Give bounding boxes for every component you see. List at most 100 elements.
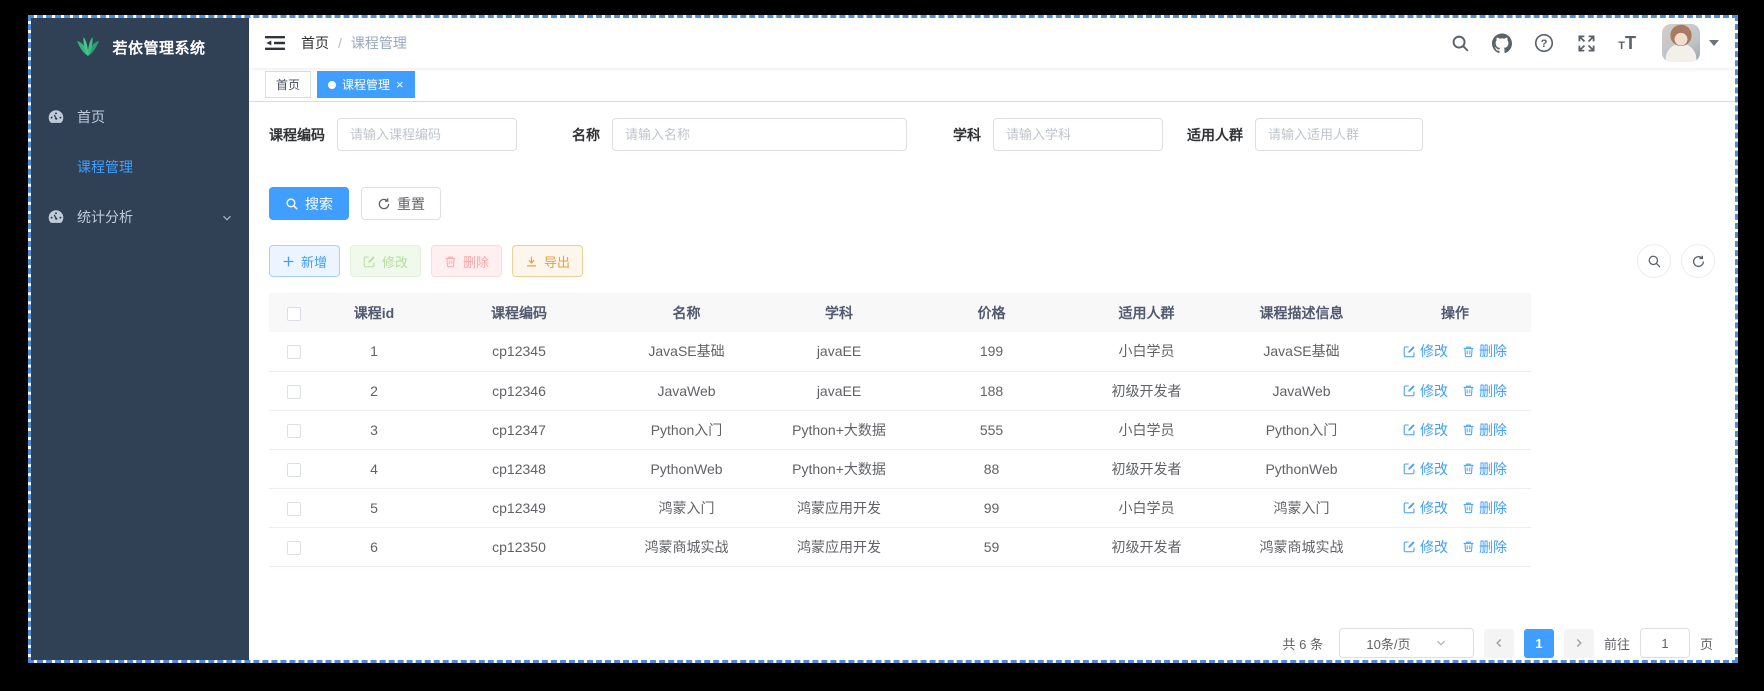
row-edit-link[interactable]: 修改 [1403,537,1448,557]
cell-price: 99 [914,488,1069,527]
cell-name: PythonWeb [609,449,764,488]
cell-name: 鸿蒙商城实战 [609,527,764,566]
column-header: 课程id [319,293,429,332]
prev-page-button[interactable] [1484,629,1514,658]
row-checkbox[interactable] [287,541,301,555]
sidebar-toggle-icon[interactable] [265,35,285,52]
cell-course-id: 5 [319,488,429,527]
reset-button[interactable]: 重置 [361,187,441,220]
cell-audience: 小白学员 [1069,410,1224,449]
fullscreen-icon[interactable] [1576,33,1596,53]
table-header-row: 课程id 课程编码 名称 学科 价格 适用人群 课程描述信息 操作 [269,293,1531,332]
user-menu[interactable] [1662,24,1719,62]
name-input[interactable] [612,118,907,151]
cell-subject: javaEE [764,371,914,410]
course-code-input[interactable] [337,118,517,151]
cell-course-code: cp12348 [429,449,609,488]
next-page-button[interactable] [1564,629,1594,658]
filter-form: 课程编码 名称 学科 适用人群 [269,118,1715,151]
cell-subject: Python+大数据 [764,410,914,449]
export-button[interactable]: 导出 [512,245,583,277]
table-row: 2 cp12346 JavaWeb javaEE 188 初级开发者 JavaW… [269,371,1531,410]
github-icon[interactable] [1492,33,1512,53]
row-checkbox[interactable] [287,424,301,438]
show-search-icon[interactable] [1637,244,1671,278]
cell-price: 188 [914,371,1069,410]
row-checkbox[interactable] [287,385,301,399]
breadcrumb: 首页 / 课程管理 [301,33,407,53]
svg-text:?: ? [1541,38,1548,50]
search-icon[interactable] [1450,33,1470,53]
cell-name: JavaSE基础 [609,332,764,371]
breadcrumb-home[interactable]: 首页 [301,33,329,53]
table-row: 5 cp12349 鸿蒙入门 鸿蒙应用开发 99 小白学员 鸿蒙入门 修改 [269,488,1531,527]
cell-name: JavaWeb [609,371,764,410]
sidebar-item-label: 课程管理 [77,157,133,177]
row-delete-link[interactable]: 删除 [1462,381,1507,401]
row-edit-link[interactable]: 修改 [1403,341,1448,361]
row-checkbox[interactable] [287,502,301,516]
search-button[interactable]: 搜索 [269,187,349,220]
row-delete-link[interactable]: 删除 [1462,537,1507,557]
chevron-down-icon [221,211,233,223]
edit-icon [1403,540,1416,553]
cell-course-id: 1 [319,332,429,371]
goto-page-input[interactable] [1640,628,1690,658]
cell-subject: Python+大数据 [764,449,914,488]
trash-icon [1462,384,1475,397]
row-delete-link[interactable]: 删除 [1462,420,1507,440]
column-header: 名称 [609,293,764,332]
select-all-checkbox[interactable] [287,307,301,321]
course-table: 课程id 课程编码 名称 学科 价格 适用人群 课程描述信息 操作 1 cp12… [269,293,1531,567]
row-edit-link[interactable]: 修改 [1403,381,1448,401]
goto-label: 前往 [1604,634,1630,653]
row-checkbox[interactable] [287,345,301,359]
refresh-icon[interactable] [1681,244,1715,278]
question-icon[interactable]: ? [1534,33,1554,53]
tab-home[interactable]: 首页 [265,71,311,98]
row-delete-link[interactable]: 删除 [1462,341,1507,361]
filter-subject: 学科 [953,118,1163,151]
add-button[interactable]: 新增 [269,245,340,277]
row-edit-link[interactable]: 修改 [1403,498,1448,518]
table-row: 1 cp12345 JavaSE基础 javaEE 199 小白学员 JavaS… [269,332,1531,371]
avatar[interactable] [1662,24,1700,62]
table-toolbar: 新增 修改 删除 导出 [269,244,1715,278]
tab-label: 课程管理 [342,76,390,93]
cell-description: JavaWeb [1224,371,1379,410]
column-header: 适用人群 [1069,293,1224,332]
page-number-1[interactable]: 1 [1524,629,1554,658]
close-icon[interactable]: × [396,78,404,91]
row-edit-link[interactable]: 修改 [1403,459,1448,479]
cell-course-id: 3 [319,410,429,449]
audience-input[interactable] [1255,118,1423,151]
cell-course-code: cp12347 [429,410,609,449]
dashboard-icon [47,208,65,226]
pagination: 共 6 条 10条/页 1 前往 页 [1283,628,1714,658]
font-size-icon[interactable]: TT [1618,34,1636,53]
row-checkbox[interactable] [287,463,301,477]
tab-course-management[interactable]: 课程管理 × [317,71,415,98]
row-delete-link[interactable]: 删除 [1462,459,1507,479]
cell-course-id: 6 [319,527,429,566]
caret-down-icon [1709,40,1719,46]
logo-leaf-icon [74,34,102,60]
sidebar-item-course-management[interactable]: 课程管理 [31,142,249,192]
subject-input[interactable] [993,118,1163,151]
row-delete-link[interactable]: 删除 [1462,498,1507,518]
delete-button[interactable]: 删除 [431,245,502,277]
sidebar-item-home[interactable]: 首页 [31,92,249,142]
sidebar-item-statistics[interactable]: 统计分析 [31,192,249,242]
page-size-select[interactable]: 10条/页 [1339,628,1474,658]
column-header: 课程描述信息 [1224,293,1379,332]
edit-button[interactable]: 修改 [350,245,421,277]
edit-icon [1403,462,1416,475]
cell-price: 88 [914,449,1069,488]
column-header: 价格 [914,293,1069,332]
row-edit-link[interactable]: 修改 [1403,420,1448,440]
cell-audience: 小白学员 [1069,488,1224,527]
app-window: 若依管理系统 首页 课程管理 统计分析 [28,15,1738,663]
navbar-actions: ? TT [1450,24,1719,62]
trash-icon [1462,540,1475,553]
column-header: 学科 [764,293,914,332]
